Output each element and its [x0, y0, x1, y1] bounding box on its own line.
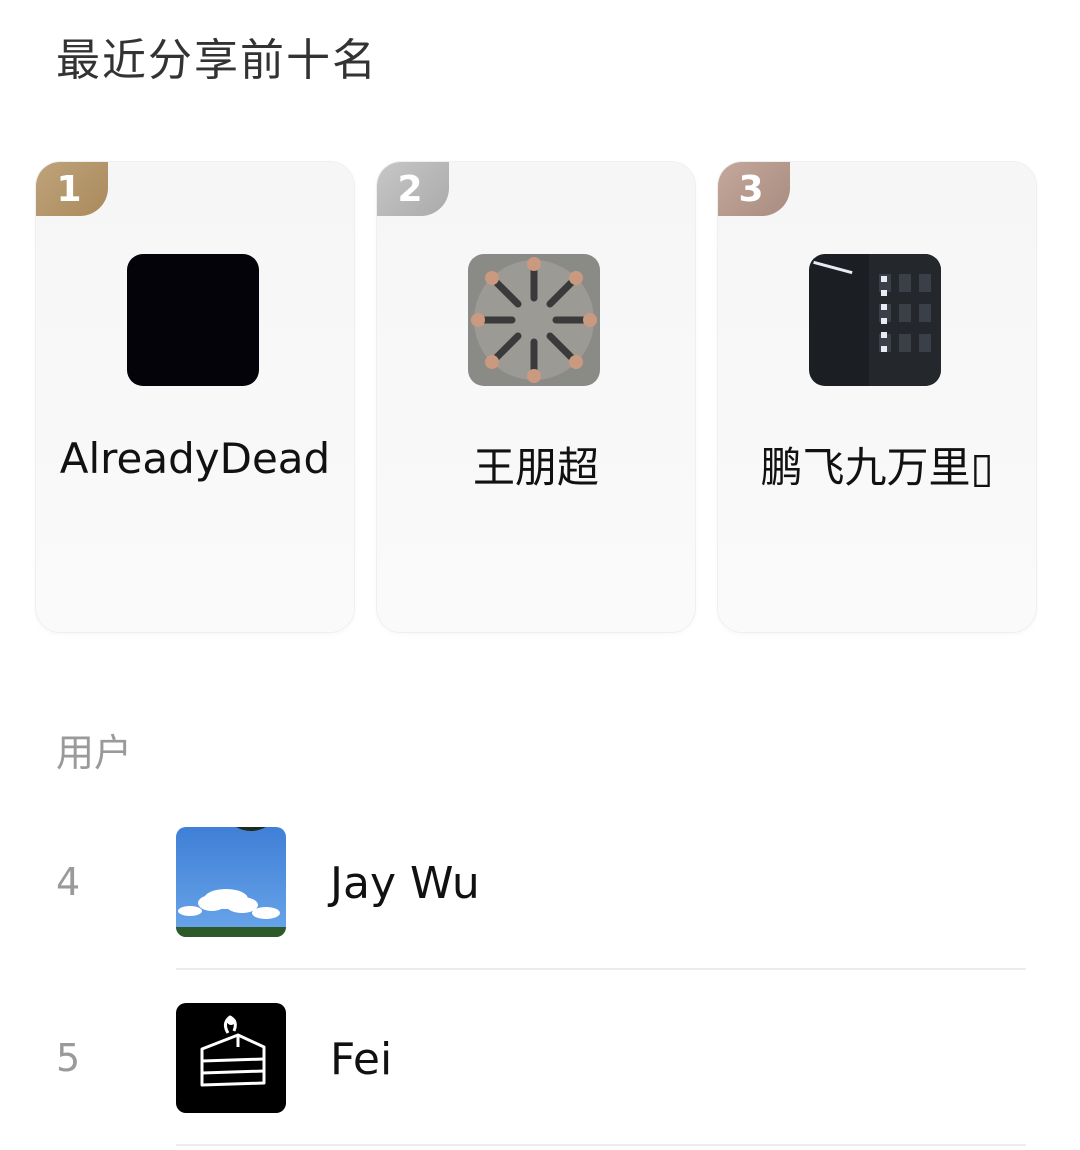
rank-number: 4: [56, 860, 81, 904]
top-user-card-1[interactable]: 1 AlreadyDead: [36, 162, 354, 632]
section-label-users: 用户: [56, 731, 133, 775]
avatar: [809, 254, 941, 386]
user-name: Fei: [330, 1034, 393, 1085]
list-item[interactable]: 4 Jay Wu: [0, 822, 1080, 962]
rank-badge-silver: 2: [377, 162, 449, 216]
avatar: [176, 827, 286, 937]
divider: [176, 1144, 1026, 1146]
avatar: [127, 254, 259, 386]
rank-badge-bronze: 3: [718, 162, 790, 216]
black-square-avatar-icon: [127, 254, 259, 386]
top-user-card-3[interactable]: 3 鹏飞九万里▯: [718, 162, 1036, 632]
list-item[interactable]: 5 Fei: [0, 998, 1080, 1138]
blue-sky-clouds-avatar-icon: [176, 827, 286, 937]
avatar: [176, 1003, 286, 1113]
top-user-card-2[interactable]: 2 王朋超: [377, 162, 695, 632]
user-name: AlreadyDead: [59, 434, 331, 483]
avatar: [468, 254, 600, 386]
building-night-sign-avatar-icon: [809, 254, 941, 386]
user-name: 王朋超: [472, 443, 599, 492]
hands-with-pistols-avatar-icon: [468, 254, 600, 386]
top-three-podium: 1 AlreadyDead 2 王朋超 3 鹏飞九万里▯: [36, 162, 1040, 634]
rank-badge-gold: 1: [36, 162, 108, 216]
user-name: 鹏飞九万里▯: [760, 443, 994, 492]
rank-number: 5: [56, 1036, 81, 1080]
cake-is-a-lie-avatar-icon: [176, 1003, 286, 1113]
page-title: 最近分享前十名: [56, 35, 378, 86]
user-name: Jay Wu: [330, 858, 480, 909]
divider: [176, 968, 1026, 970]
